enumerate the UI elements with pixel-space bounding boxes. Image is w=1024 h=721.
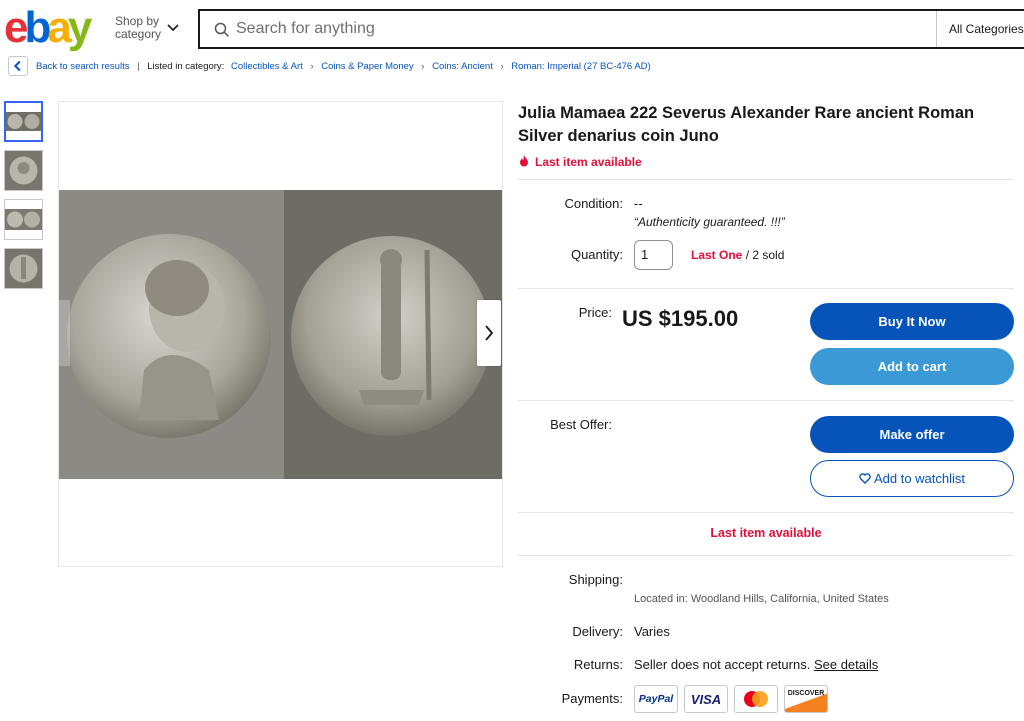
- last-item-notice: Last item available: [710, 526, 822, 540]
- last-one-text: Last One: [691, 248, 743, 262]
- next-image-button[interactable]: [477, 300, 501, 366]
- shipping-label: Shipping:: [568, 572, 623, 587]
- logo-letter-a: a: [47, 3, 72, 52]
- breadcrumb-coins-paper[interactable]: Coins & Paper Money: [321, 61, 413, 72]
- coin-thumbnail-image: [5, 249, 42, 288]
- previous-image-button[interactable]: [58, 300, 70, 366]
- add-to-watchlist-label: Add to watchlist: [873, 471, 966, 486]
- back-button[interactable]: [8, 56, 28, 76]
- delivery-label: Delivery:: [572, 624, 623, 639]
- thumbnail-3[interactable]: [4, 199, 43, 240]
- mastercard-circles-icon: [744, 691, 768, 707]
- ebay-logo[interactable]: ebay: [4, 6, 108, 50]
- thumbnail-1[interactable]: [4, 101, 43, 142]
- best-offer-label: Best Offer:: [550, 417, 612, 432]
- coin-thumbnail-image: [5, 200, 42, 239]
- divider: [518, 288, 1014, 289]
- coin-thumbnail-image: [6, 103, 41, 140]
- add-to-cart-button[interactable]: Add to cart: [810, 348, 1014, 385]
- coin-thumbnail-image: [5, 151, 42, 190]
- make-offer-button[interactable]: Make offer: [810, 416, 1014, 453]
- breadcrumb-coins-ancient[interactable]: Coins: Ancient: [432, 61, 493, 72]
- item-title: Julia Mamaea 222 Severus Alexander Rare …: [518, 104, 975, 145]
- coin-photo: [59, 190, 502, 479]
- paypal-icon: PayPal: [634, 685, 678, 713]
- quantity-label: Quantity:: [570, 247, 623, 262]
- add-to-watchlist-button[interactable]: Add to watchlist: [810, 460, 1014, 497]
- coin-image: [59, 190, 502, 479]
- availability: Last One / 2 sold: [691, 248, 784, 262]
- breadcrumb: Back to search results | Listed in categ…: [36, 61, 651, 72]
- payment-methods: PayPal VISA DISCOVER: [634, 685, 828, 713]
- condition-note: “Authenticity guaranteed. !!!”: [634, 215, 785, 229]
- divider: [518, 555, 1014, 556]
- category-select[interactable]: All Categories: [936, 11, 1024, 47]
- logo-letter-b: b: [24, 3, 51, 52]
- returns-info: Seller does not accept returns. See deta…: [634, 657, 878, 672]
- breadcrumb-roman-imperial[interactable]: Roman: Imperial (27 BC-476 AD): [511, 61, 650, 72]
- thumbnail-2[interactable]: [4, 150, 43, 191]
- condition-value: --: [634, 196, 643, 211]
- price-label: Price:: [578, 305, 612, 320]
- divider: [518, 400, 1014, 401]
- thumbnail-4[interactable]: [4, 248, 43, 289]
- returns-label: Returns:: [573, 657, 623, 672]
- shop-by-category-button[interactable]: Shop by category: [115, 15, 161, 41]
- logo-letter-e: e: [4, 3, 29, 52]
- breadcrumb-chevron-icon: ›: [500, 61, 504, 72]
- heart-icon: [859, 473, 871, 484]
- discover-icon: DISCOVER: [784, 685, 828, 713]
- quantity-input[interactable]: 1: [634, 240, 673, 270]
- search-input[interactable]: [236, 11, 916, 47]
- breadcrumb-divider: |: [137, 61, 140, 72]
- urgency-signal: Last item available: [518, 155, 642, 169]
- visa-icon: VISA: [684, 685, 728, 713]
- chevron-right-icon: [485, 325, 494, 341]
- back-to-search-link[interactable]: Back to search results: [36, 61, 129, 72]
- sold-count: / 2 sold: [745, 248, 785, 262]
- chevron-down-icon[interactable]: [166, 20, 180, 34]
- search-icon: [214, 22, 230, 38]
- breadcrumb-chevron-icon: ›: [310, 61, 314, 72]
- delivery-value: Varies: [634, 624, 670, 639]
- breadcrumb-chevron-icon: ›: [421, 61, 425, 72]
- listed-in-label: Listed in category:: [147, 61, 225, 72]
- fire-icon: [520, 155, 528, 167]
- main-product-image[interactable]: [58, 101, 503, 567]
- divider: [518, 179, 1014, 180]
- divider: [518, 512, 1014, 513]
- condition-label: Condition:: [564, 196, 623, 211]
- search-bar: All Categories: [198, 9, 1024, 49]
- buy-it-now-button[interactable]: Buy It Now: [810, 303, 1014, 340]
- returns-value: Seller does not accept returns.: [634, 657, 811, 672]
- mastercard-icon: [734, 685, 778, 713]
- breadcrumb-collectibles[interactable]: Collectibles & Art: [231, 61, 303, 72]
- price-value: US $195.00: [622, 306, 739, 331]
- urgency-text: Last item available: [535, 155, 642, 169]
- chevron-left-icon: [13, 60, 21, 72]
- payments-label: Payments:: [561, 691, 623, 706]
- logo-letter-y: y: [67, 3, 93, 52]
- category-label: category: [115, 27, 162, 41]
- item-location: Located in: Woodland Hills, California, …: [634, 593, 889, 605]
- see-details-link[interactable]: See details: [814, 657, 878, 672]
